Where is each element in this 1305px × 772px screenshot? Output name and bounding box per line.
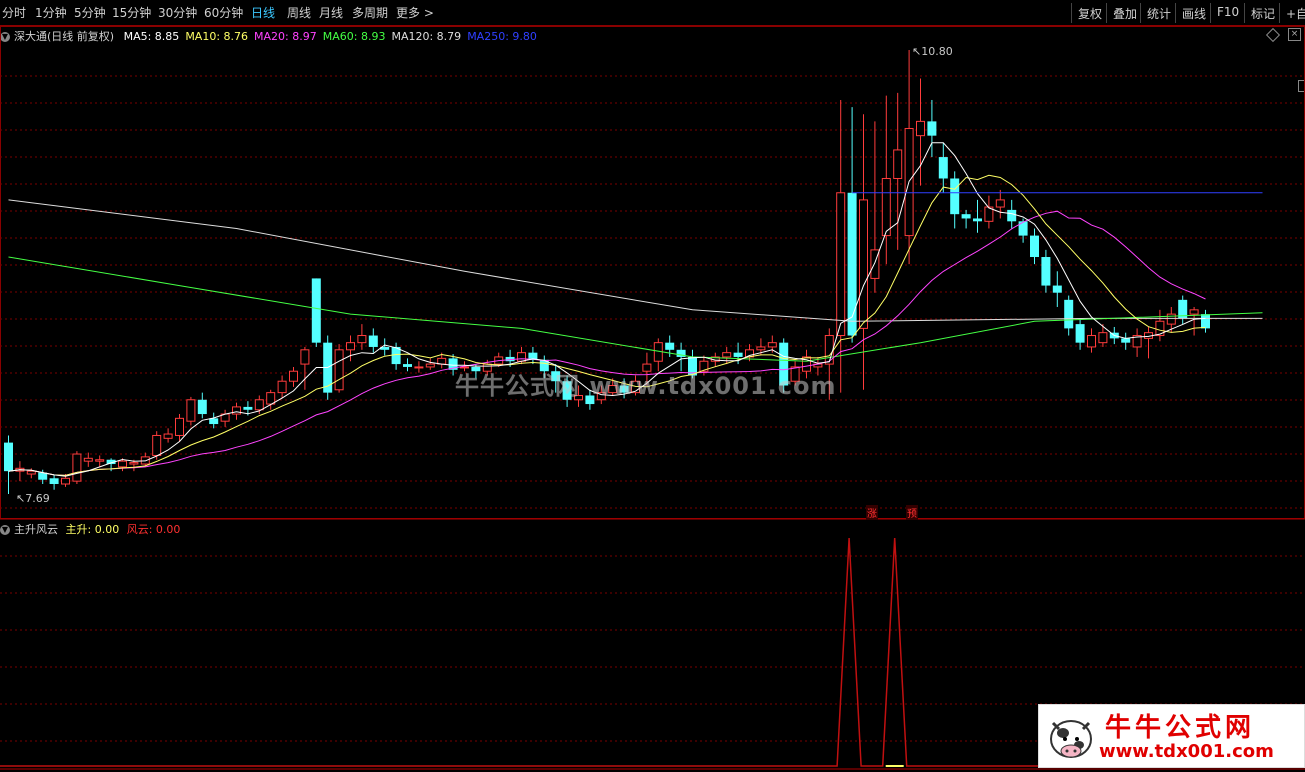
candle-body-up xyxy=(232,406,241,415)
candle-body-down xyxy=(1041,257,1051,286)
cow-mascot-icon xyxy=(1050,720,1092,758)
site-logo: 牛牛公式网 www.tdx001.com xyxy=(1038,704,1305,768)
candle-body-down xyxy=(665,342,675,350)
candle-body-up xyxy=(1189,309,1199,315)
signal-mark-rise: 涨 xyxy=(866,505,878,520)
candle-body-down xyxy=(1007,209,1017,222)
candle-body-down xyxy=(1064,299,1074,329)
candle-body-up xyxy=(1087,335,1096,348)
candle-body-down xyxy=(1201,314,1210,329)
candle-body-up xyxy=(824,335,834,365)
candle-body-up xyxy=(72,453,82,482)
candle-body-down xyxy=(4,442,13,472)
candle-body-up xyxy=(129,462,139,465)
candle-body-up xyxy=(26,470,36,475)
candle-body-up xyxy=(186,399,196,422)
candle-body-down xyxy=(938,157,948,179)
candle-body-down xyxy=(1030,235,1039,258)
low-price-label: ↖7.69 xyxy=(16,492,50,505)
candle-body-up xyxy=(175,417,184,436)
watermark-text: 牛牛公式网 www.tdx001.com xyxy=(455,372,837,400)
candle-body-down xyxy=(368,335,378,347)
candle-body-up xyxy=(1098,332,1108,344)
logo-title: 牛牛公式网 xyxy=(1105,713,1256,743)
candle-body-up xyxy=(916,120,925,137)
candle-body-up xyxy=(756,346,766,351)
candle-body-up xyxy=(61,477,70,485)
candle-body-down xyxy=(847,192,857,336)
signal-mark-pre: 预 xyxy=(906,505,918,520)
candle-body-up xyxy=(163,433,173,439)
candle-body-up xyxy=(517,352,526,362)
candle-body-down xyxy=(961,214,971,219)
high-price-label: ↖10.80 xyxy=(912,45,953,58)
candle-body-up xyxy=(357,335,367,344)
candle-body-up xyxy=(118,460,127,468)
indicator-legend: ▼ 主升风云 主升: 0.00 风云: 0.00 xyxy=(0,521,184,537)
candle-body-down xyxy=(1121,338,1131,343)
candle-body-down xyxy=(209,418,219,425)
candle-body-down xyxy=(927,121,937,136)
candle-body-up xyxy=(414,366,424,369)
candle-body-up xyxy=(334,349,344,391)
candle-body-up xyxy=(152,434,162,456)
main-panel-frame xyxy=(0,26,1305,519)
candle-body-up xyxy=(767,342,777,348)
candle-body-down xyxy=(733,352,743,357)
candle-body-down xyxy=(197,399,207,415)
candle-body-up xyxy=(995,199,1005,208)
candle-body-up xyxy=(893,149,903,179)
candle-body-up xyxy=(83,457,93,462)
candle-body-up xyxy=(277,380,287,394)
indicator-series-1: 主升: 0.00 xyxy=(65,523,120,536)
ma10-line xyxy=(8,174,1206,476)
candle-body-down xyxy=(49,478,59,485)
candle-body-up xyxy=(266,392,276,405)
ma20-line xyxy=(8,210,1206,476)
indicator-name: 主升风云 xyxy=(14,523,58,536)
candle-body-up xyxy=(95,459,105,462)
candle-body-down xyxy=(950,178,960,215)
logo-url: www.tdx001.com xyxy=(1099,741,1274,762)
candle-body-down xyxy=(243,406,253,410)
candle-body-down xyxy=(1075,324,1085,343)
candle-body-down xyxy=(311,278,321,343)
candle-body-down xyxy=(1052,285,1062,293)
candle-body-up xyxy=(425,363,435,368)
candle-body-down xyxy=(973,218,982,222)
candle-body-up xyxy=(346,342,355,351)
candle-body-up xyxy=(289,370,298,382)
candle-body-up xyxy=(859,199,868,329)
candle-body-up xyxy=(300,349,310,365)
candle-body-up xyxy=(836,192,846,337)
candle-body-up xyxy=(881,177,891,237)
candle-body-up xyxy=(254,399,264,411)
candle-body-up xyxy=(722,352,732,358)
candle-body-down xyxy=(403,364,412,367)
collapse-icon[interactable]: ▼ xyxy=(0,525,10,535)
indicator-series-2: 风云: 0.00 xyxy=(126,523,181,536)
